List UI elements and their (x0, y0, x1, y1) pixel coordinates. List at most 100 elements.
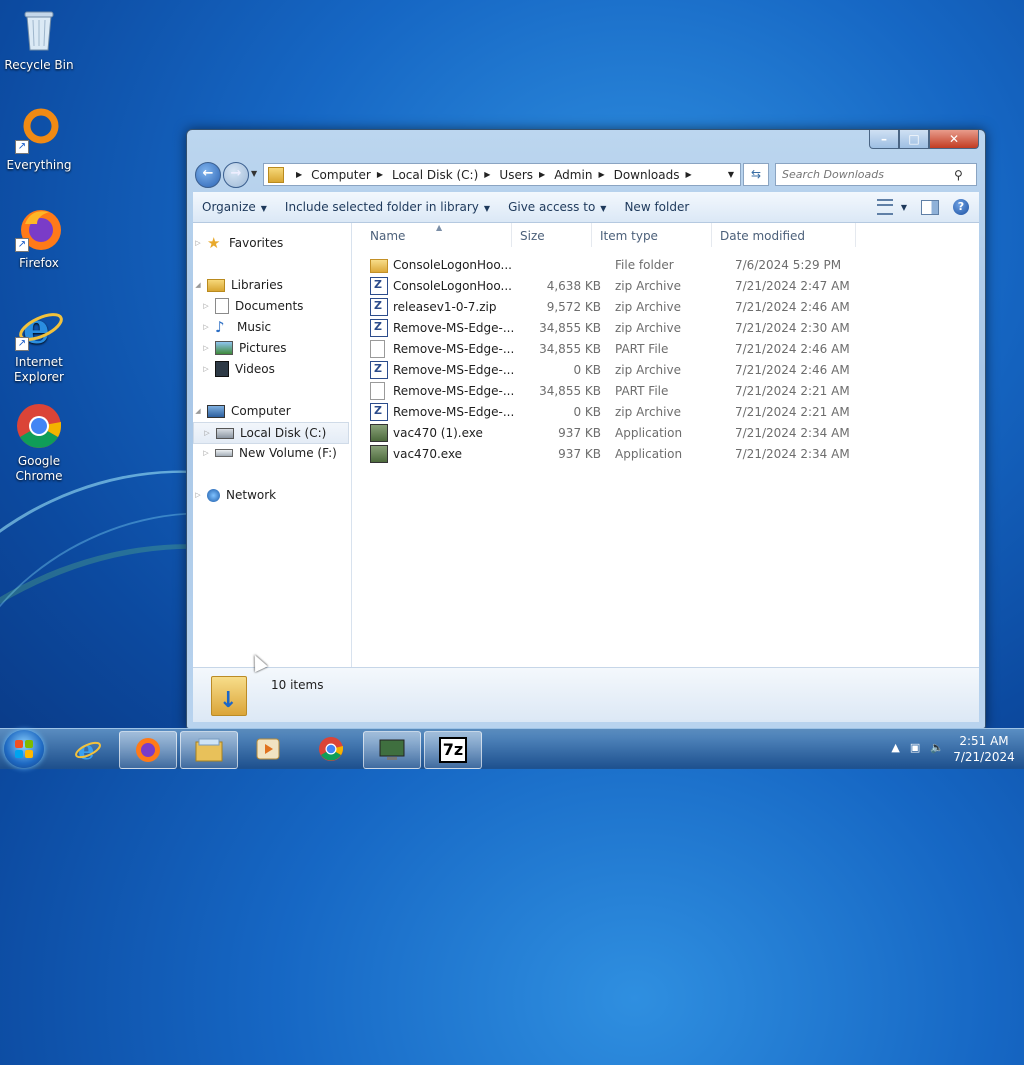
chevron-right-icon[interactable]: ▶ (686, 170, 692, 179)
expand-arrow-icon[interactable]: ▷ (201, 302, 211, 310)
desktop-icon-recycle-bin[interactable]: Recycle Bin (4, 6, 74, 73)
nav-item-documents[interactable]: ▷ Documents (201, 296, 357, 316)
give-access-button[interactable]: Give access to ▼ (499, 200, 615, 214)
file-type: Application (615, 446, 683, 461)
nav-item-local-disk[interactable]: ▷ Local Disk (C:) (193, 422, 349, 444)
nav-item-libraries[interactable]: ◢ Libraries (193, 275, 349, 295)
column-label: Item type (600, 229, 658, 243)
show-hidden-icons-button[interactable]: ▲ (891, 741, 899, 754)
chevron-right-icon[interactable]: ▶ (539, 170, 545, 179)
nav-label: Documents (235, 299, 304, 313)
file-row[interactable]: ConsoleLogonHoo... File folder 7/6/2024 … (370, 254, 960, 275)
start-button[interactable] (4, 730, 44, 768)
taskbar-media-player[interactable] (240, 731, 296, 767)
address-bar[interactable]: ▶ Computer ▶ Local Disk (C:) ▶ Users ▶ A… (263, 163, 741, 186)
pictures-icon (215, 341, 233, 355)
taskbar-file-explorer[interactable] (180, 731, 238, 769)
expand-arrow-icon[interactable]: ▷ (202, 429, 212, 437)
chevron-right-icon[interactable]: ▶ (377, 170, 383, 179)
taskbar-remote-desktop[interactable] (363, 731, 421, 769)
minimize-button[interactable]: – (869, 130, 899, 149)
nav-item-new-volume[interactable]: ▷ New Volume (F:) (201, 443, 357, 463)
network-status-icon[interactable]: ▣ (910, 741, 920, 754)
taskbar-internet-explorer[interactable]: e (60, 731, 116, 767)
maximize-button[interactable]: □ (899, 130, 929, 149)
internet-explorer-icon: e ↗ (15, 303, 63, 353)
close-button[interactable]: ✕ (929, 130, 979, 149)
file-type: zip Archive (615, 320, 681, 335)
desktop-icon-google-chrome[interactable]: Google Chrome (4, 402, 74, 484)
forward-button[interactable]: → (223, 162, 249, 188)
file-row[interactable]: Remove-MS-Edge-... 34,855 KB zip Archive… (370, 317, 960, 338)
file-row[interactable]: vac470 (1).exe 937 KB Application 7/21/2… (370, 422, 960, 443)
search-icon[interactable]: ⚲ (954, 168, 963, 182)
include-in-library-button[interactable]: Include selected folder in library ▼ (276, 200, 499, 214)
chevron-right-icon[interactable]: ▶ (484, 170, 490, 179)
file-row[interactable]: Remove-MS-Edge-... 34,855 KB PART File 7… (370, 338, 960, 359)
file-name: Remove-MS-Edge-... (393, 383, 515, 398)
file-size: 9,572 KB (546, 299, 601, 314)
file-modified: 7/21/2024 2:46 AM (735, 299, 850, 314)
collapse-arrow-icon[interactable]: ◢ (193, 407, 203, 415)
file-list: ▲ Name Size Item type Date modified Conso… (352, 223, 979, 667)
file-modified: 7/6/2024 5:29 PM (735, 257, 842, 272)
chevron-right-icon[interactable]: ▶ (296, 170, 302, 179)
column-header-type[interactable]: Item type (592, 223, 712, 247)
back-button[interactable]: ← (195, 162, 221, 188)
expand-arrow-icon[interactable]: ▷ (201, 344, 211, 352)
collapse-arrow-icon[interactable]: ◢ (193, 281, 203, 289)
new-folder-button[interactable]: New folder (615, 200, 698, 214)
nav-item-music[interactable]: ▷ ♪ Music (201, 317, 357, 337)
desktop-icon-internet-explorer[interactable]: e ↗ Internet Explorer (4, 303, 74, 385)
computer-icon (207, 404, 225, 418)
expand-arrow-icon[interactable]: ▷ (201, 323, 211, 331)
file-name: vac470.exe (393, 446, 463, 461)
everything-icon: ↗ (15, 106, 63, 154)
column-header-modified[interactable]: Date modified (712, 223, 856, 247)
chevron-right-icon[interactable]: ▶ (598, 170, 604, 179)
clock[interactable]: 2:51 AM 7/21/2024 (950, 733, 1018, 765)
file-row[interactable]: Remove-MS-Edge-... 0 KB zip Archive 7/21… (370, 359, 960, 380)
nav-item-pictures[interactable]: ▷ Pictures (201, 338, 357, 358)
file-row[interactable]: Remove-MS-Edge-... 0 KB zip Archive 7/21… (370, 401, 960, 422)
preview-pane-icon[interactable] (921, 199, 939, 215)
file-row[interactable]: ConsoleLogonHoo... 4,638 KB zip Archive … (370, 275, 960, 296)
volume-icon[interactable]: 🔈 (930, 741, 944, 754)
videos-icon (215, 361, 229, 377)
breadcrumb-local-disk[interactable]: Local Disk (C:) (392, 168, 478, 182)
breadcrumb-computer[interactable]: Computer (311, 168, 371, 182)
file-row[interactable]: releasev1-0-7.zip 9,572 KB zip Archive 7… (370, 296, 960, 317)
nav-item-favorites[interactable]: ▷ ★ Favorites (193, 233, 349, 253)
file-row[interactable]: vac470.exe 937 KB Application 7/21/2024 … (370, 443, 960, 464)
taskbar-chrome[interactable] (303, 731, 359, 767)
expand-arrow-icon[interactable]: ▷ (201, 365, 211, 373)
search-box[interactable]: ⚲ (775, 163, 977, 186)
drive-icon (216, 427, 234, 439)
system-tray: ▲ ▣ 🔈 (891, 741, 944, 754)
desktop-icon-label: Firefox (19, 256, 59, 270)
change-view-button[interactable]: ▼ (876, 199, 907, 215)
desktop-icon-firefox[interactable]: ↗ Firefox (4, 204, 74, 271)
expand-arrow-icon[interactable]: ▷ (201, 449, 211, 457)
breadcrumb-admin[interactable]: Admin (554, 168, 592, 182)
organize-button[interactable]: Organize ▼ (193, 200, 276, 214)
column-header-size[interactable]: Size (512, 223, 592, 247)
address-history-dropdown[interactable]: ▼ (722, 170, 740, 179)
taskbar-firefox[interactable] (119, 731, 177, 769)
expand-arrow-icon[interactable]: ▷ (193, 491, 203, 499)
file-row[interactable]: Remove-MS-Edge-... 34,855 KB PART File 7… (370, 380, 960, 401)
breadcrumb-downloads[interactable]: Downloads (614, 168, 680, 182)
expand-arrow-icon[interactable]: ▷ (193, 239, 203, 247)
nav-item-videos[interactable]: ▷ Videos (201, 359, 357, 379)
shortcut-arrow-icon: ↗ (15, 238, 29, 252)
recent-pages-dropdown[interactable]: ▼ (251, 169, 257, 178)
nav-item-network[interactable]: ▷ Network (193, 485, 349, 505)
nav-item-computer[interactable]: ◢ Computer (193, 401, 349, 421)
column-header-name[interactable]: ▲ Name (352, 223, 512, 247)
breadcrumb-users[interactable]: Users (499, 168, 533, 182)
taskbar-7zip[interactable]: 7z (424, 731, 482, 769)
help-icon[interactable]: ? (953, 199, 969, 215)
search-input[interactable] (776, 167, 954, 182)
desktop-icon-everything[interactable]: ↗ Everything (4, 106, 74, 173)
refresh-button[interactable]: ⇆ (743, 163, 769, 186)
